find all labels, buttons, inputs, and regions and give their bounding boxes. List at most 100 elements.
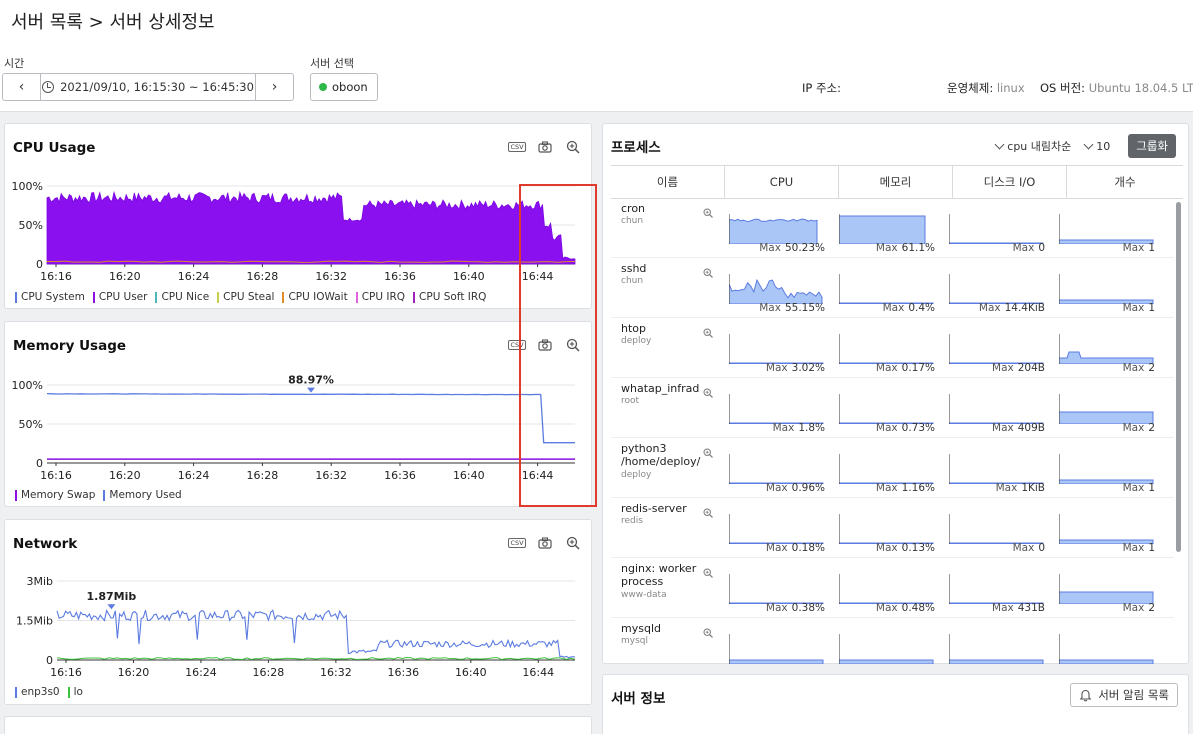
- legend-item[interactable]: Memory Used: [103, 489, 182, 501]
- cpu-usage-chart: 100%50%016:16 16:20 16:24 16:28 16:32 16:36 16…: [12, 180, 576, 283]
- zoom-in-icon[interactable]: [703, 328, 713, 338]
- legend-item[interactable]: lo: [67, 686, 83, 698]
- sparkline-area: [729, 218, 818, 244]
- chevron-left-icon: ‹: [18, 79, 25, 95]
- zoom-in-icon[interactable]: [703, 208, 713, 218]
- max-value: Max 1KiB: [996, 482, 1045, 494]
- process-row[interactable]: whatap_infrad root Max 1.8% Max 0.73% Max 409B M…: [611, 378, 1174, 438]
- server-select[interactable]: oboon: [310, 73, 378, 101]
- max-value: Max 0: [1013, 542, 1045, 554]
- legend-swatch: [15, 291, 17, 303]
- process-row[interactable]: redis-server redis Max 0.18% Max 0.13% Max 0 Max…: [611, 498, 1174, 558]
- sparkline: [839, 634, 934, 664]
- zoom-in-icon[interactable]: [703, 448, 713, 458]
- camera-icon[interactable]: [537, 338, 553, 352]
- os-version-label: OS 버전:: [1040, 81, 1086, 95]
- sparkline: [729, 454, 824, 484]
- column-header[interactable]: CPU: [725, 166, 839, 198]
- network-panel: Network CSV 3Mib 1.5Mib 0 16:16 16:20 16:24 16…: [4, 519, 592, 705]
- max-number: 0.48%: [901, 602, 935, 614]
- memory-usage-panel: Memory Usage CSV 100% 50% 0 16:16 16:20 16:24…: [4, 321, 592, 507]
- count-select[interactable]: 10: [1083, 139, 1110, 153]
- group-button[interactable]: 그룹화: [1128, 134, 1176, 158]
- csv-download-icon[interactable]: CSV: [508, 536, 526, 550]
- chart-tools: CSV: [508, 140, 581, 154]
- top-bar: 서버 목록 > 서버 상세정보 시간 ‹ 2021/09/10, 16:15:3…: [0, 0, 1193, 112]
- process-row[interactable]: mysqld mysql: [611, 618, 1174, 678]
- process-name: cron: [621, 202, 646, 215]
- x-tick-label: 16:40: [455, 666, 487, 679]
- process-row[interactable]: python3 /home/deploy/s...deployMax0.96%M…: [611, 438, 1174, 498]
- prev-time-button[interactable]: ‹: [3, 74, 40, 100]
- max-number: 0.96%: [791, 482, 825, 494]
- process-name: mysqld: [621, 622, 661, 635]
- x-tick-label: 16:44: [522, 270, 554, 283]
- max-number: 0.73%: [901, 422, 935, 434]
- sort-select[interactable]: cpu 내림차순: [994, 138, 1071, 154]
- x-tick-label: 16:40: [453, 270, 485, 283]
- y-tick-label: 100%: [12, 379, 43, 392]
- camera-icon[interactable]: [537, 536, 553, 550]
- column-header[interactable]: 이름: [611, 166, 725, 198]
- server-alarm-list-button[interactable]: 서버 알림 목록: [1070, 683, 1178, 707]
- legend-item[interactable]: CPU System: [15, 291, 85, 303]
- x-tick-label: 16:44: [522, 469, 554, 482]
- max-label: Max: [1122, 242, 1145, 254]
- csv-download-icon[interactable]: CSV: [508, 338, 526, 352]
- sparkline: [1059, 214, 1154, 244]
- process-row[interactable]: cron chun Max 50.23% Max 61.1% Max 0 Max 1: [611, 198, 1174, 258]
- time-range-picker[interactable]: 2021/09/10, 16:15:30 ~ 16:45:30: [40, 74, 256, 100]
- legend-item[interactable]: CPU Steal: [217, 291, 274, 303]
- sparkline: [839, 394, 934, 424]
- max-label: Max: [1122, 302, 1145, 314]
- max-value: Max 0.96%: [766, 482, 825, 494]
- legend-item[interactable]: CPU User: [92, 291, 147, 303]
- legend-label: CPU Nice: [161, 291, 210, 303]
- server-select-label: 서버 선택: [310, 57, 354, 70]
- process-user: chun: [621, 276, 644, 286]
- camera-icon[interactable]: [537, 140, 553, 154]
- network-legend: enp3s0 lo: [15, 686, 83, 698]
- legend-item[interactable]: CPU Soft IRQ: [413, 291, 486, 303]
- zoom-in-icon[interactable]: [565, 536, 581, 550]
- memory-legend: Memory Swap Memory Used: [15, 489, 182, 501]
- process-row[interactable]: sshd chun Max 55.15% Max 0.4% Max 14.4KiB Max 1: [611, 258, 1174, 318]
- zoom-in-icon[interactable]: [703, 628, 713, 638]
- sparkline: [839, 454, 934, 484]
- max-number: 0: [1038, 542, 1045, 554]
- legend-item[interactable]: Memory Swap: [15, 489, 95, 501]
- column-header[interactable]: 메모리: [839, 166, 953, 198]
- column-header[interactable]: 디스크 I/O: [953, 166, 1067, 198]
- zoom-in-icon[interactable]: [703, 268, 713, 278]
- process-name: redis-server: [621, 502, 687, 515]
- legend-item[interactable]: enp3s0: [15, 686, 60, 698]
- process-row[interactable]: nginx: worker process www-data Max 0.38% Max…: [611, 558, 1174, 618]
- legend-item[interactable]: CPU IOWait: [282, 291, 348, 303]
- zoom-in-icon[interactable]: [565, 140, 581, 154]
- max-number: 1: [1148, 482, 1155, 494]
- x-tick-label: 16:24: [178, 270, 210, 283]
- max-number: 55.15%: [784, 302, 825, 314]
- legend-label: CPU Soft IRQ: [419, 291, 487, 303]
- max-value: Max 0.4%: [883, 302, 935, 314]
- next-time-button[interactable]: ›: [256, 74, 293, 100]
- process-user: deploy: [621, 470, 652, 480]
- zoom-in-icon[interactable]: [565, 338, 581, 352]
- process-user: www-data: [621, 590, 667, 600]
- breadcrumb: 서버 목록 > 서버 상세정보: [11, 12, 215, 33]
- legend-item[interactable]: CPU Nice: [155, 291, 209, 303]
- max-number: 204B: [1017, 362, 1045, 374]
- legend-item[interactable]: CPU IRQ: [355, 291, 405, 303]
- zoom-in-icon[interactable]: [703, 388, 713, 398]
- max-value: Max 0.73%: [876, 422, 935, 434]
- zoom-in-icon[interactable]: [703, 568, 713, 578]
- scrollbar[interactable]: [1176, 202, 1181, 552]
- chevron-down-icon: [1083, 139, 1094, 149]
- max-label: Max: [875, 242, 898, 254]
- max-value: Max 204B: [992, 362, 1045, 374]
- process-row[interactable]: htop deploy Max 3.02% Max 0.17% Max 204B Max 2: [611, 318, 1174, 378]
- zoom-in-icon[interactable]: [703, 508, 713, 518]
- process-user: root: [621, 396, 640, 406]
- column-header[interactable]: 개수: [1067, 166, 1183, 198]
- csv-download-icon[interactable]: CSV: [508, 140, 526, 154]
